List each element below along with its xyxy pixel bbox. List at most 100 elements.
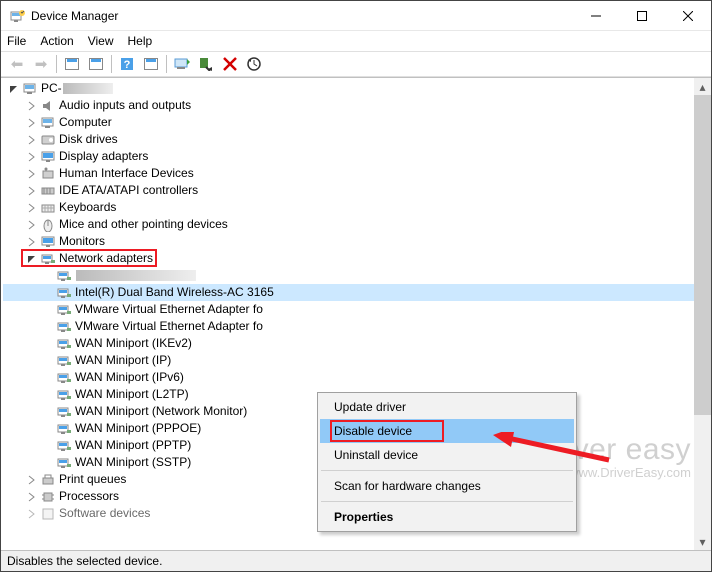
toolbar-disable-device-button[interactable] [218, 53, 242, 75]
menu-file[interactable]: File [7, 34, 26, 48]
chevron-right-icon[interactable] [25, 150, 39, 164]
minimize-button[interactable] [573, 1, 619, 31]
tree-category[interactable]: Display adapters [3, 148, 694, 165]
chevron-right-icon[interactable] [25, 473, 39, 487]
toolbar-update-driver-button[interactable] [170, 53, 194, 75]
chevron-down-icon[interactable] [7, 82, 21, 96]
context-menu-label: Properties [334, 510, 393, 524]
chevron-right-icon[interactable] [25, 133, 39, 147]
menu-view[interactable]: View [88, 34, 114, 48]
tree-category-network-adapters[interactable]: Network adapters [3, 250, 694, 267]
network-icon [56, 370, 72, 386]
toolbar-back-button[interactable]: ⬅ [5, 53, 29, 75]
toolbar-properties2-button[interactable] [139, 53, 163, 75]
tree-device-selected[interactable]: Intel(R) Dual Band Wireless-AC 3165 [3, 284, 694, 301]
chevron-right-icon[interactable] [25, 201, 39, 215]
vertical-scrollbar[interactable]: ▴ ▾ [694, 78, 711, 550]
app-icon [9, 8, 25, 24]
keyboard-icon [40, 200, 56, 216]
tree-label: IDE ATA/ATAPI controllers [59, 182, 198, 199]
close-button[interactable] [665, 1, 711, 31]
tree-label: VMware Virtual Ethernet Adapter fo [75, 318, 263, 335]
scroll-up-button[interactable]: ▴ [694, 78, 711, 95]
tree-label: Monitors [59, 233, 105, 250]
speaker-icon [40, 98, 56, 114]
redacted-text [76, 270, 196, 281]
tree-category[interactable]: IDE ATA/ATAPI controllers [3, 182, 694, 199]
tree-device[interactable]: WAN Miniport (IPv6) [3, 369, 694, 386]
network-icon [56, 438, 72, 454]
toolbar-uninstall-device-button[interactable] [242, 53, 266, 75]
toolbar: ⬅ ➡ ? [1, 51, 711, 77]
context-menu-update-driver[interactable]: Update driver [320, 395, 574, 419]
chevron-right-icon[interactable] [25, 235, 39, 249]
tree-category[interactable]: Mice and other pointing devices [3, 216, 694, 233]
context-menu-properties[interactable]: Properties [320, 505, 574, 529]
tree-device[interactable]: VMware Virtual Ethernet Adapter fo [3, 301, 694, 318]
network-icon [56, 302, 72, 318]
chevron-right-icon[interactable] [25, 218, 39, 232]
context-menu-uninstall-device[interactable]: Uninstall device [320, 443, 574, 467]
tree-label: WAN Miniport (SSTP) [75, 454, 191, 471]
statusbar: Disables the selected device. [1, 550, 711, 571]
ide-icon [40, 183, 56, 199]
svg-text:?: ? [124, 59, 131, 71]
tree-label: Keyboards [59, 199, 116, 216]
scrollbar-thumb[interactable] [694, 95, 711, 415]
tree-category[interactable]: Audio inputs and outputs [3, 97, 694, 114]
toolbar-forward-button[interactable]: ➡ [29, 53, 53, 75]
tree-device[interactable]: VMware Virtual Ethernet Adapter fo [3, 318, 694, 335]
context-menu-label: Uninstall device [334, 448, 418, 462]
scrollbar-track[interactable] [694, 415, 711, 533]
toolbar-show-hide-tree-button[interactable] [60, 53, 84, 75]
tree-label: Human Interface Devices [59, 165, 194, 182]
toolbar-separator [111, 55, 112, 73]
toolbar-properties-button[interactable] [84, 53, 108, 75]
tree-label: WAN Miniport (IPv6) [75, 369, 184, 386]
redacted-text [63, 83, 113, 94]
chevron-right-icon[interactable] [25, 184, 39, 198]
tree-label: Intel(R) Dual Band Wireless-AC 3165 [75, 284, 334, 301]
tree-device[interactable]: WAN Miniport (IKEv2) [3, 335, 694, 352]
maximize-button[interactable] [619, 1, 665, 31]
menu-help[interactable]: Help [128, 34, 153, 48]
scroll-down-button[interactable]: ▾ [694, 533, 711, 550]
chevron-right-icon[interactable] [25, 116, 39, 130]
context-menu-disable-device[interactable]: Disable device [320, 419, 574, 443]
window-controls [573, 1, 711, 31]
tree-label: Processors [59, 488, 119, 505]
menu-action[interactable]: Action [40, 34, 73, 48]
titlebar: Device Manager [1, 1, 711, 31]
chevron-down-icon[interactable] [25, 252, 39, 266]
tree-label: WAN Miniport (PPTP) [75, 437, 191, 454]
toolbar-enable-device-button[interactable] [194, 53, 218, 75]
tree-label: Computer [59, 114, 112, 131]
toolbar-help-button[interactable]: ? [115, 53, 139, 75]
network-icon [40, 251, 56, 267]
client-area: PC- Audio inputs and outputs Computer Di… [1, 77, 711, 550]
tree-category[interactable]: Disk drives [3, 131, 694, 148]
printer-icon [40, 472, 56, 488]
tree-category[interactable]: Computer [3, 114, 694, 131]
computer-icon [40, 115, 56, 131]
hid-icon [40, 166, 56, 182]
chevron-right-icon[interactable] [25, 99, 39, 113]
window-title: Device Manager [31, 9, 573, 23]
tree-category[interactable]: Keyboards [3, 199, 694, 216]
tree-device[interactable]: WAN Miniport (IP) [3, 352, 694, 369]
context-menu-scan-hardware[interactable]: Scan for hardware changes [320, 474, 574, 498]
network-icon [56, 336, 72, 352]
tree-category[interactable]: Human Interface Devices [3, 165, 694, 182]
tree-root[interactable]: PC- [3, 80, 694, 97]
software-icon [40, 506, 56, 522]
tree-root-label: PC- [41, 80, 113, 97]
tree-device[interactable] [3, 267, 694, 284]
network-icon [56, 353, 72, 369]
tree-category[interactable]: Monitors [3, 233, 694, 250]
chevron-right-icon[interactable] [25, 507, 39, 521]
network-icon [56, 455, 72, 471]
context-menu-label: Disable device [334, 424, 412, 438]
network-icon [56, 268, 72, 284]
chevron-right-icon[interactable] [25, 490, 39, 504]
chevron-right-icon[interactable] [25, 167, 39, 181]
